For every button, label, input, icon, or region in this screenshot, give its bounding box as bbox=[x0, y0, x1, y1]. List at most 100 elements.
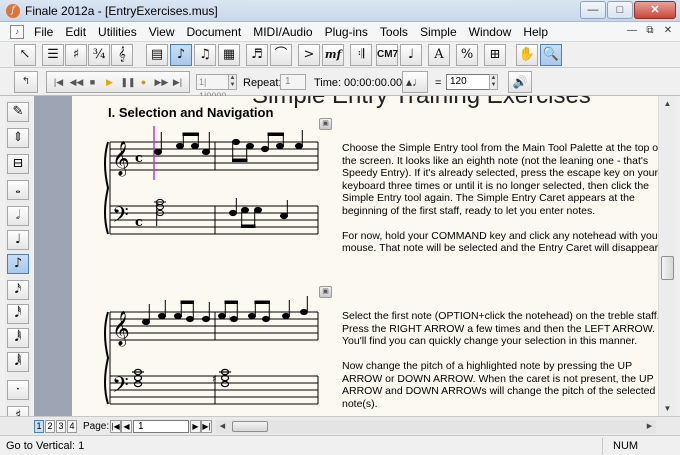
finale-app-icon[interactable]: f bbox=[6, 3, 20, 18]
menu-tools[interactable]: Tools bbox=[374, 25, 414, 39]
horizontal-scroll-thumb[interactable] bbox=[232, 421, 268, 432]
speedy-entry-tool-icon[interactable]: ♫ bbox=[194, 44, 216, 66]
horizontal-scrollbar[interactable]: ◀ ▶ bbox=[216, 420, 656, 433]
pause-icon[interactable]: ❚❚ bbox=[121, 76, 136, 88]
tempo-spinner[interactable]: ▲ ▼ bbox=[489, 74, 498, 90]
quarter-note-icon[interactable]: ♩ bbox=[7, 230, 29, 250]
half-note-icon[interactable]: 𝅗𝅥 bbox=[7, 206, 29, 226]
next-page-icon[interactable]: ▶ bbox=[190, 420, 201, 433]
sixteenth-note-icon[interactable]: 𝅘𝅥𝅯 bbox=[7, 280, 29, 300]
updown-arrow-icon[interactable]: ⇕ bbox=[7, 128, 29, 148]
play-icon[interactable]: ▶ bbox=[104, 76, 116, 88]
menu-utilities[interactable]: Utilities bbox=[92, 25, 143, 39]
clef-tool-icon[interactable]: 𝄞 bbox=[111, 44, 133, 66]
page-label: Page: bbox=[83, 421, 110, 432]
svg-text:𝄢: 𝄢 bbox=[112, 373, 129, 403]
repeat-tool-icon[interactable]: 𝄇 bbox=[350, 44, 372, 66]
svg-text:𝄞: 𝄞 bbox=[112, 311, 130, 347]
rewind-to-start-icon[interactable]: |◀ bbox=[53, 76, 65, 88]
mdi-minimize-button[interactable]: — bbox=[624, 24, 640, 39]
document-icon[interactable]: ♪ bbox=[10, 24, 24, 39]
first-page-icon[interactable]: |◀ bbox=[110, 420, 121, 433]
stop-icon[interactable]: ■ bbox=[87, 76, 99, 88]
repeat-select[interactable]: 1 bbox=[280, 74, 306, 90]
fast-forward-icon[interactable]: ▶▶ bbox=[155, 76, 169, 88]
maximize-button[interactable]: □ bbox=[607, 1, 633, 19]
repeat-label: Repeat: bbox=[243, 77, 282, 89]
speaker-icon[interactable]: 🔊 bbox=[508, 71, 532, 93]
minimize-button[interactable]: — bbox=[580, 1, 606, 19]
menu-midi-audio[interactable]: MIDI/Audio bbox=[247, 25, 318, 39]
menu-bar: ♪ File Edit Utilities View Document MIDI… bbox=[0, 22, 680, 42]
selection-tool-icon[interactable]: ↖ bbox=[14, 44, 36, 66]
rewind-icon[interactable]: ◀◀ bbox=[70, 76, 84, 88]
simple-entry-tool-icon[interactable]: ♪ bbox=[170, 44, 192, 66]
rest-toggle-icon[interactable]: ⊟ bbox=[7, 154, 29, 174]
scroll-down-icon[interactable]: ▼ bbox=[660, 401, 675, 416]
menu-simple[interactable]: Simple bbox=[414, 25, 463, 39]
one-twenty-eighth-note-icon[interactable]: 𝅘𝅥𝅲 bbox=[7, 352, 29, 372]
grand-staff-2[interactable]: 𝄞 𝄢 ♮ ♯ bbox=[102, 292, 322, 416]
graphics-tool-icon[interactable]: ⊞ bbox=[484, 44, 506, 66]
tuplet-tool-icon[interactable]: ♬ bbox=[246, 44, 268, 66]
mdi-close-button[interactable]: ✕ bbox=[660, 24, 676, 39]
scroll-right-icon[interactable]: ▶ bbox=[643, 420, 656, 433]
grand-staff-1[interactable]: 𝄞 c 𝄢 c bbox=[102, 122, 322, 242]
menu-view[interactable]: View bbox=[143, 25, 181, 39]
mdi-restore-button[interactable]: ⧉ bbox=[642, 24, 658, 39]
view-tab-4[interactable]: 4 bbox=[67, 420, 77, 433]
articulation-tool-icon[interactable]: > bbox=[298, 44, 320, 66]
expression-tool-icon[interactable]: mf bbox=[322, 44, 344, 66]
vertical-scrollbar[interactable]: ▲ ▼ bbox=[658, 96, 675, 416]
smart-shape-tool-icon[interactable]: ⌒ bbox=[270, 44, 292, 66]
chord-label: CM7 bbox=[377, 49, 399, 60]
menu-window[interactable]: Window bbox=[463, 25, 518, 39]
time-readout: 00:00:00.000 bbox=[344, 77, 409, 89]
tempo-note-icon[interactable]: ▴♩ bbox=[402, 71, 428, 93]
time-label: Time: bbox=[314, 77, 342, 89]
record-icon[interactable]: ● bbox=[138, 76, 150, 88]
menu-document[interactable]: Document bbox=[181, 25, 248, 39]
expression-label: mf bbox=[324, 48, 342, 61]
score-page[interactable]: Simple Entry Training Exercises I. Selec… bbox=[72, 96, 658, 416]
previous-page-icon[interactable]: ◀ bbox=[121, 420, 132, 433]
chord-tool-icon[interactable]: CM7 bbox=[376, 44, 398, 66]
view-tab-1[interactable]: 1 bbox=[34, 420, 44, 433]
text-tool-label: A bbox=[434, 47, 444, 62]
measure-tool-icon[interactable]: ▤ bbox=[146, 44, 168, 66]
menu-file[interactable]: File bbox=[28, 25, 59, 39]
page-number-input[interactable]: 1 bbox=[133, 420, 189, 433]
transport-group: |◀ ◀◀ ■ ▶ ❚❚ ● ▶▶ ▶| bbox=[46, 71, 190, 93]
eraser-tool-icon[interactable]: ✎ bbox=[7, 102, 29, 122]
counter-spinner[interactable]: ▲ ▼ bbox=[228, 74, 237, 90]
menu-edit[interactable]: Edit bbox=[59, 25, 92, 39]
playback-settings-icon[interactable]: ↰ bbox=[14, 71, 38, 93]
key-signature-tool-icon[interactable]: ♯ bbox=[65, 44, 87, 66]
tempo-input[interactable]: 120 bbox=[446, 74, 490, 90]
thirty-second-note-icon[interactable]: 𝅘𝅥𝅰 bbox=[7, 304, 29, 324]
hyperscribe-tool-icon[interactable]: ▦ bbox=[218, 44, 240, 66]
view-tab-2[interactable]: 2 bbox=[45, 420, 55, 433]
view-tab-3[interactable]: 3 bbox=[56, 420, 66, 433]
eighth-note-icon[interactable]: ♪ bbox=[7, 254, 29, 274]
page-navigation-bar: 1 2 3 4 Page: |◀ ◀ 1 ▶ ▶| ◀ ▶ bbox=[0, 416, 680, 435]
zoom-tool-icon[interactable]: 🔍 bbox=[540, 44, 562, 66]
menu-plug-ins[interactable]: Plug-ins bbox=[319, 25, 374, 39]
last-page-icon[interactable]: ▶| bbox=[201, 420, 212, 433]
scroll-up-icon[interactable]: ▲ bbox=[660, 96, 675, 111]
vertical-scroll-thumb[interactable] bbox=[661, 256, 674, 280]
svg-text:♮: ♮ bbox=[229, 315, 232, 325]
hand-grabber-icon[interactable]: ✋ bbox=[516, 44, 538, 66]
scroll-left-icon[interactable]: ◀ bbox=[216, 420, 229, 433]
whole-note-icon[interactable]: 𝅝 bbox=[7, 180, 29, 200]
text-tool-icon[interactable]: A bbox=[428, 44, 450, 66]
time-signature-tool-icon[interactable]: ¾ bbox=[88, 44, 110, 66]
menu-help[interactable]: Help bbox=[517, 25, 554, 39]
close-button[interactable]: ✕ bbox=[634, 1, 676, 19]
staff-tool-icon[interactable]: ☰ bbox=[42, 44, 64, 66]
sixty-fourth-note-icon[interactable]: 𝅘𝅥𝅱 bbox=[7, 328, 29, 348]
resize-tool-icon[interactable]: % bbox=[456, 44, 478, 66]
forward-to-end-icon[interactable]: ▶| bbox=[172, 76, 184, 88]
lyrics-tool-icon[interactable]: ♩ bbox=[400, 44, 422, 66]
dot-tool-icon[interactable]: · bbox=[7, 380, 29, 400]
